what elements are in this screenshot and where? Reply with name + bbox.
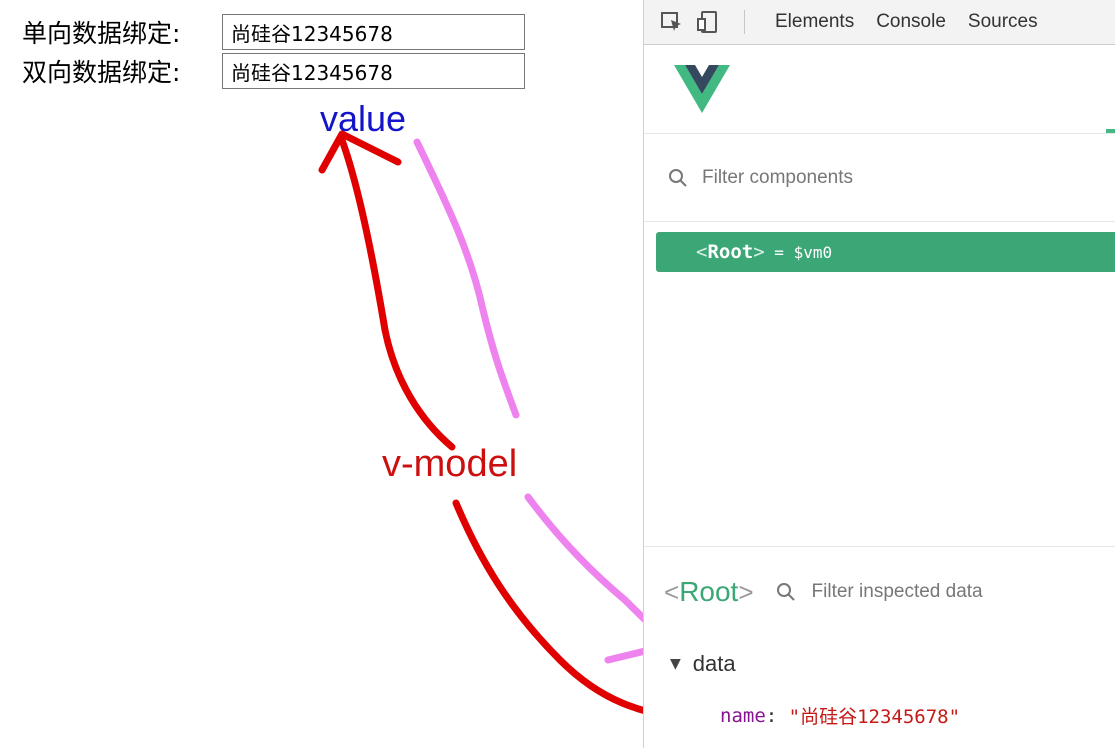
tab-sources[interactable]: Sources <box>968 11 1038 33</box>
tab-console[interactable]: Console <box>876 11 946 33</box>
two-way-binding-input[interactable] <box>222 53 525 89</box>
vue-logo-icon <box>674 65 730 113</box>
pink-arrow-from-value <box>413 138 520 419</box>
v-model-annotation: v-model <box>382 443 518 485</box>
devtools-toolbar: Elements Console Sources <box>644 0 1115 45</box>
inspect-open-bracket: < <box>664 576 680 607</box>
root-close-bracket: > <box>753 241 765 263</box>
devtools-panel: Elements Console Sources Filter componen… <box>643 0 1115 748</box>
root-equals: = <box>764 242 794 262</box>
app-page: 单向数据绑定: 双向数据绑定: value v-model <box>0 0 643 748</box>
pink-arrowhead <box>604 647 643 664</box>
root-vm-ref: $vm0 <box>793 242 833 262</box>
property-colon: : <box>765 704 789 727</box>
search-icon <box>776 582 796 602</box>
data-property-row[interactable]: name : "尚硅谷12345678" <box>720 702 960 729</box>
filter-components-placeholder[interactable]: Filter components <box>702 167 853 189</box>
property-value: "尚硅谷12345678" <box>788 706 961 728</box>
search-icon <box>668 168 688 188</box>
one-way-binding-input[interactable] <box>222 14 525 50</box>
component-tree-root-row[interactable]: < Root > = $vm0 <box>656 232 1115 272</box>
expand-triangle-icon[interactable]: ▼ <box>670 656 681 672</box>
root-open-bracket: < <box>696 241 708 263</box>
device-toolbar-icon[interactable] <box>694 8 722 36</box>
one-way-binding-label: 单向数据绑定: <box>22 19 181 48</box>
data-group-header[interactable]: ▼ data <box>670 651 736 677</box>
pink-arrow-to-data <box>524 493 643 623</box>
root-component-name: Root <box>707 241 754 263</box>
inspect-header: < Root > Filter inspected data <box>644 546 1115 638</box>
two-way-binding-row: 双向数据绑定: <box>22 52 525 90</box>
red-arrow-up-to-value <box>338 136 456 451</box>
toolbar-divider <box>744 10 745 34</box>
inspect-close-bracket: > <box>738 576 754 607</box>
red-arrow-to-name <box>452 499 643 714</box>
active-tab-indicator <box>1106 129 1115 133</box>
tab-elements[interactable]: Elements <box>775 11 854 33</box>
filter-inspected-data-placeholder[interactable]: Filter inspected data <box>812 581 983 603</box>
inspected-data-section: ▼ data name : "尚硅谷12345678" <box>644 637 1115 748</box>
data-group-label: data <box>692 651 736 676</box>
inspect-component-name: Root <box>679 576 739 607</box>
two-way-binding-label: 双向数据绑定: <box>22 58 181 87</box>
one-way-binding-row: 单向数据绑定: <box>22 13 525 51</box>
property-key: name <box>720 704 766 727</box>
filter-components-bar[interactable]: Filter components <box>644 134 1115 222</box>
value-annotation: value <box>320 98 407 139</box>
inspect-element-icon[interactable] <box>658 8 686 36</box>
vue-devtools-header <box>644 45 1115 134</box>
